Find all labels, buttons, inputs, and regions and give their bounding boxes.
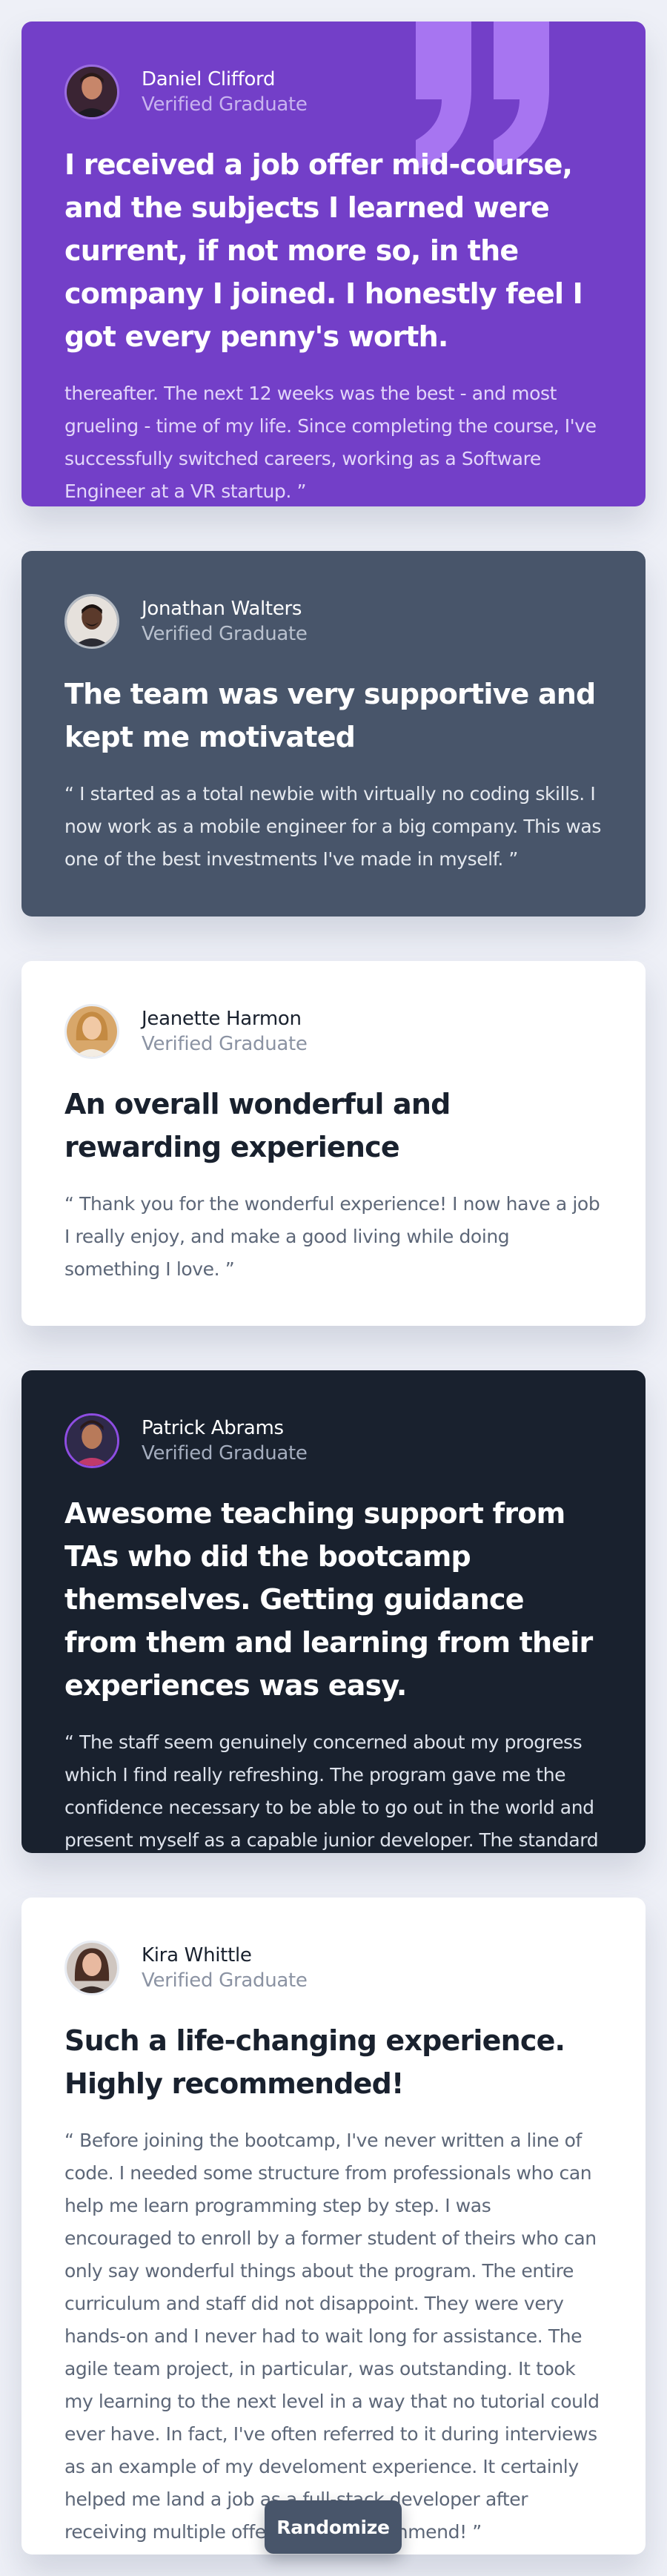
testimonial-card: Kira Whittle Verified Graduate Such a li… — [21, 1898, 646, 2554]
author-header: Patrick Abrams Verified Graduate — [64, 1413, 603, 1468]
author-role: Verified Graduate — [142, 623, 308, 645]
testimonial-body: “ Before joining the bootcamp, I've neve… — [64, 2130, 600, 2543]
avatar — [64, 1941, 119, 1995]
avatar — [64, 65, 119, 119]
avatar — [64, 1004, 119, 1059]
testimonial-body: “ Thank you for the wonderful experience… — [64, 1193, 600, 1280]
author-name: Patrick Abrams — [142, 1417, 284, 1439]
author-header: Daniel Clifford Verified Graduate — [64, 65, 603, 119]
randomize-button[interactable]: Randomize — [265, 2500, 402, 2554]
author-role: Verified Graduate — [142, 1969, 308, 1992]
author-name: Jonathan Walters — [142, 598, 302, 620]
testimonial-card: Daniel Clifford Verified Graduate I rece… — [21, 22, 646, 506]
author-role: Verified Graduate — [142, 1442, 308, 1464]
testimonial-body: “ The staff seem genuinely concerned abo… — [64, 1731, 599, 1851]
author-name: Kira Whittle — [142, 1944, 252, 1966]
author-role: Verified Graduate — [142, 1033, 308, 1055]
testimonial-card: Patrick Abrams Verified Graduate Awesome… — [21, 1370, 646, 1853]
testimonial-body: “ I started as a total newbie with virtu… — [64, 783, 601, 870]
testimonial-card: Jonathan Walters Verified Graduate The t… — [21, 551, 646, 917]
avatar — [64, 594, 119, 649]
avatar — [64, 1413, 119, 1468]
testimonial-headline: Awesome teaching support from TAs who di… — [64, 1497, 593, 1702]
testimonial-headline: I received a job offer mid-course, and t… — [64, 148, 583, 353]
testimonial-card: Jeanette Harmon Verified Graduate An ove… — [21, 961, 646, 1326]
author-header: Jonathan Walters Verified Graduate — [64, 594, 603, 649]
testimonial-headline: The team was very supportive and kept me… — [64, 678, 596, 753]
author-role: Verified Graduate — [142, 93, 308, 116]
author-name: Jeanette Harmon — [142, 1008, 302, 1030]
testimonial-body: thereafter. The next 12 weeks was the be… — [64, 383, 597, 502]
testimonial-headline: Such a life-changing experience. Highly … — [64, 2024, 565, 2100]
author-header: Jeanette Harmon Verified Graduate — [64, 1004, 603, 1059]
testimonial-headline: An overall wonderful and rewarding exper… — [64, 1088, 451, 1163]
author-header: Kira Whittle Verified Graduate — [64, 1941, 603, 1995]
author-name: Daniel Clifford — [142, 68, 276, 90]
